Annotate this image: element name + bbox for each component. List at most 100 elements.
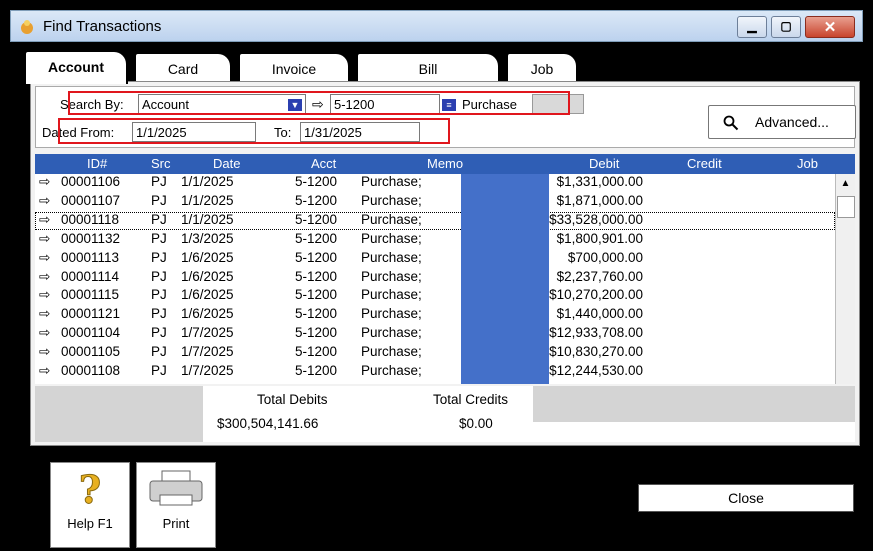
cell-src: PJ [151, 325, 167, 341]
cell-src: PJ [151, 268, 167, 284]
cell-memo: Purchase; [361, 211, 422, 227]
cell-date: 1/1/2025 [181, 211, 234, 227]
scroll-up-icon[interactable]: ▲ [836, 174, 855, 194]
cell-date: 1/6/2025 [181, 287, 234, 303]
cell-memo: Purchase; [361, 344, 422, 360]
cell-src: PJ [151, 344, 167, 360]
table-row[interactable]: ⇨ 00001113 PJ 1/6/2025 5-1200 Purchase; $700,0… [35, 250, 835, 269]
cell-date: 1/7/2025 [181, 325, 234, 341]
memo-redaction [461, 174, 549, 384]
window-title: Find Transactions [43, 18, 162, 35]
tab-card[interactable]: Card [134, 52, 232, 82]
search-by-highlight [68, 91, 570, 115]
table-row[interactable]: ⇨ 00001132 PJ 1/3/2025 5-1200 Purchase; $1,800… [35, 231, 835, 250]
cell-id: 00001114 [61, 268, 120, 284]
printer-icon [149, 470, 203, 506]
cell-id: 00001115 [61, 287, 120, 303]
tab-invoice[interactable]: Invoice [238, 52, 350, 82]
cell-id: 00001132 [61, 230, 121, 246]
cell-memo: Purchase; [361, 363, 422, 378]
cell-acct: 5-1200 [295, 306, 338, 322]
row-arrow-icon: ⇨ [39, 287, 51, 303]
help-button[interactable]: ? Help F1 [50, 462, 130, 548]
cell-debit: $1,440,000.00 [556, 306, 643, 322]
cell-id: 00001104 [61, 325, 121, 341]
cell-src: PJ [151, 249, 167, 265]
table-row[interactable]: ⇨ 00001104 PJ 1/7/2025 5-1200 Purchase; $12,93… [35, 325, 835, 344]
title-bar: Find Transactions ▁ ▢ ✕ [10, 10, 863, 42]
cell-memo: Purchase; [361, 287, 422, 303]
row-arrow-icon: ⇨ [39, 268, 51, 284]
total-debits-label: Total Debits [257, 392, 328, 407]
tab-bill[interactable]: Bill [356, 52, 500, 82]
cell-date: 1/7/2025 [181, 344, 234, 360]
table-row[interactable]: ⇨ 00001118 PJ 1/1/2025 5-1200 Purchase; $33,52… [35, 211, 835, 231]
tab-account[interactable]: Account [24, 50, 128, 84]
col-memo: Memo [427, 156, 464, 171]
col-credit: Credit [687, 156, 722, 171]
close-label: Close [728, 490, 764, 506]
cell-id: 00001107 [61, 192, 121, 208]
cell-debit: $1,800,901.00 [556, 230, 643, 246]
cell-debit: $12,244,530.00 [549, 363, 643, 378]
cell-date: 1/1/2025 [181, 192, 234, 208]
scrollbar[interactable]: ▲ [835, 174, 855, 384]
cell-date: 1/6/2025 [181, 268, 234, 284]
cell-memo: Purchase; [361, 174, 422, 189]
table-row[interactable]: ⇨ 00001115 PJ 1/6/2025 5-1200 Purchase; $10,27… [35, 287, 835, 306]
cell-debit: $10,830,270.00 [549, 344, 643, 360]
cell-date: 1/6/2025 [181, 249, 234, 265]
totals-fill-right [533, 386, 855, 422]
cell-id: 00001108 [61, 363, 121, 378]
row-arrow-icon: ⇨ [39, 249, 51, 265]
cell-id: 00001113 [61, 249, 120, 265]
cell-src: PJ [151, 306, 167, 322]
cell-date: 1/6/2025 [181, 306, 234, 322]
advanced-button[interactable]: Advanced... [708, 105, 856, 139]
row-arrow-icon: ⇨ [39, 325, 51, 341]
cell-memo: Purchase; [361, 268, 422, 284]
scroll-thumb[interactable] [837, 196, 855, 218]
tab-bill-label: Bill [418, 61, 438, 77]
cell-memo: Purchase; [361, 192, 422, 208]
transactions-list: ⇨ 00001106 PJ 1/1/2025 5-1200 Purchase; $1,331… [35, 174, 835, 384]
search-criteria: Search By: Account ▼ ⇨ 5-1200 ≡ Purchase… [35, 86, 856, 148]
table-row[interactable]: ⇨ 00001121 PJ 1/6/2025 5-1200 Purchase; $1,440… [35, 306, 835, 325]
cell-id: 00001106 [61, 174, 121, 189]
app-icon [21, 20, 33, 34]
tab-invoice-label: Invoice [271, 61, 317, 77]
col-acct: Acct [311, 156, 337, 171]
close-button[interactable]: Close [638, 484, 854, 512]
row-arrow-icon: ⇨ [39, 306, 51, 322]
table-row[interactable]: ⇨ 00001106 PJ 1/1/2025 5-1200 Purchase; $1,331… [35, 174, 835, 193]
minimize-button[interactable]: ▁ [737, 16, 767, 38]
cell-acct: 5-1200 [295, 325, 338, 341]
tab-job[interactable]: Job [506, 52, 578, 82]
total-debits-value: $300,504,141.66 [217, 416, 319, 431]
cell-memo: Purchase; [361, 306, 422, 322]
cell-debit: $1,331,000.00 [556, 174, 643, 189]
cell-memo: Purchase; [361, 230, 422, 246]
table-row[interactable]: ⇨ 00001108 PJ 1/7/2025 5-1200 Purchase; $12,24… [35, 363, 835, 382]
cell-id: 00001105 [61, 344, 121, 360]
print-button[interactable]: Print [136, 462, 216, 548]
maximize-icon: ▢ [780, 19, 792, 33]
table-row[interactable]: ⇨ 00001114 PJ 1/6/2025 5-1200 Purchase; $2,237… [35, 269, 835, 288]
col-src: Src [151, 156, 171, 171]
cell-acct: 5-1200 [295, 230, 338, 246]
close-window-button[interactable]: ✕ [805, 16, 855, 38]
cell-debit: $2,237,760.00 [556, 268, 643, 284]
cell-acct: 5-1200 [295, 192, 338, 208]
cell-date: 1/1/2025 [181, 174, 234, 189]
table-row[interactable]: ⇨ 00001105 PJ 1/7/2025 5-1200 Purchase; $10,83… [35, 344, 835, 363]
maximize-button[interactable]: ▢ [771, 16, 801, 38]
row-arrow-icon: ⇨ [39, 192, 51, 208]
search-icon [723, 115, 739, 131]
transactions-header: ID# Src Date Acct Memo Debit Credit Job [35, 154, 855, 174]
cell-src: PJ [151, 287, 167, 303]
table-row[interactable]: ⇨ 00001107 PJ 1/1/2025 5-1200 Purchase; $1,871… [35, 193, 835, 212]
cell-src: PJ [151, 211, 167, 227]
date-range-highlight [58, 118, 450, 144]
account-panel: Search By: Account ▼ ⇨ 5-1200 ≡ Purchase… [30, 81, 860, 446]
minimize-icon: ▁ [747, 19, 757, 33]
